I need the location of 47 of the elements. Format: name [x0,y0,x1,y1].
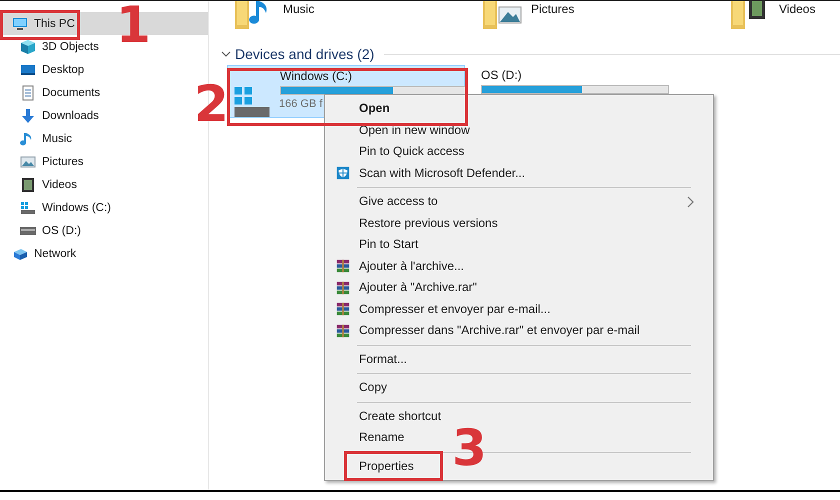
folder-label[interactable]: Videos [779,2,816,16]
shield-icon [336,166,350,180]
free-space-text: 166 GB f [279,98,322,110]
menu-item[interactable]: Scan with Microsoft Defender... [327,162,534,184]
menu-item[interactable]: Give access to [327,191,711,212]
sidebar-item[interactable]: Desktop [0,58,208,81]
chevron-down-icon[interactable] [221,49,231,59]
menu-item[interactable]: Pin to Quick access [327,141,472,162]
sidebar-item[interactable]: Pictures [0,150,208,173]
folder-label[interactable]: Music [283,2,314,16]
section-title[interactable]: Devices and drives (2) [235,46,374,62]
sidebar-item[interactable]: OS (D:) [0,219,208,242]
drive-icon [20,200,36,216]
film-icon [20,176,36,192]
archive-books-icon [336,324,350,338]
archive-books-icon [336,280,350,295]
menu-item[interactable]: Ajouter à l'archive... [327,256,472,277]
picture-icon [20,154,36,170]
archive-books-icon [336,259,350,274]
menu-item[interactable]: Rename [327,427,412,448]
menu-item[interactable]: Open in new window [327,120,478,141]
drive-name: Windows (C:) [280,69,354,83]
cube-icon [20,38,36,54]
download-arrow-icon [20,108,36,124]
menu-item[interactable]: Restore previous versions [327,212,506,234]
menu-item[interactable]: Pin to Start [327,234,426,256]
folder-label[interactable]: Pictures [531,2,574,16]
monitor-icon [12,16,28,32]
drive-tile[interactable]: OS (D:) [477,65,715,118]
menu-item[interactable]: Copy [327,377,396,398]
sidebar-item[interactable]: Windows (C:) [0,196,208,219]
menu-item[interactable]: Compresser et envoyer par e-mail... [327,298,558,320]
step-number: 3 [452,423,487,473]
drive-icon [20,226,36,236]
sidebar-item[interactable]: Videos [0,173,208,196]
drive-name: OS (D:) [481,68,523,82]
menu-item[interactable]: Format... [327,348,416,370]
menu-item[interactable]: Create shortcut [327,406,450,427]
step-number: 2 [194,79,229,129]
menu-item[interactable]: Compresser dans "Archive.rar" et envoyer par e-mail [327,320,648,342]
menu-item[interactable]: Open [327,98,398,120]
menu-item[interactable]: Properties [327,456,422,477]
sidebar-item[interactable]: Network [0,242,208,265]
document-icon [20,84,36,100]
menu-item[interactable]: Ajouter à "Archive.rar" [327,277,485,298]
archive-books-icon [336,302,350,316]
sidebar-item[interactable]: Music [0,127,208,150]
